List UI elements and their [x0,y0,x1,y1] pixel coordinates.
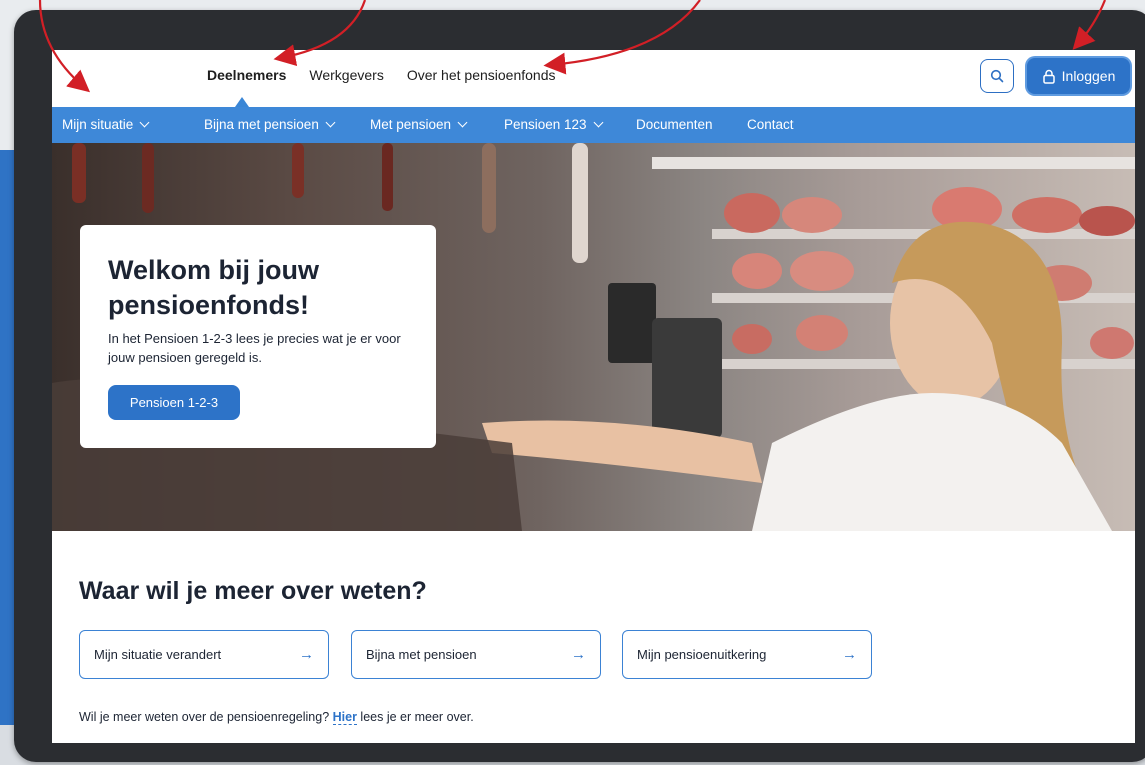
card-label: Mijn pensioenuitkering [637,647,767,662]
laptop-frame: Deelnemers Werkgevers Over het pensioenf… [14,10,1145,762]
card-mijn-pensioenuitkering[interactable]: Mijn pensioenuitkering → [622,630,872,679]
section-title: Waar wil je meer over weten? [79,577,427,605]
menu-label: Met pensioen [370,117,452,132]
menu-item-contact[interactable]: Contact [747,117,794,132]
top-navigation: Deelnemers Werkgevers Over het pensioenf… [52,50,1135,107]
arrow-right-icon: → [299,646,314,663]
chevron-down-icon [593,117,604,128]
hier-link[interactable]: Hier [332,710,357,725]
search-button[interactable] [980,59,1014,93]
chevron-down-icon [139,117,150,128]
hero-title: Welkom bij jouw pensioenfonds! [108,255,320,320]
card-bijna-met-pensioen[interactable]: Bijna met pensioen → [351,630,601,679]
menu-label: Bijna met pensioen [204,117,319,132]
arrow-right-icon: → [842,646,857,663]
lock-icon [1042,69,1055,84]
hero-card: Welkom bij jouw pensioenfonds! In het Pe… [80,225,436,448]
toplink-deelnemers[interactable]: Deelnemers [207,67,286,83]
menu-item-pensioen-123[interactable]: Pensioen 123 [504,117,604,132]
login-label: Inloggen [1061,68,1116,84]
menu-item-mijn-situatie[interactable]: Mijn situatie [62,117,150,132]
chevron-down-icon [457,117,468,128]
menu-label: Pensioen 123 [504,117,587,132]
menu-label: Documenten [636,117,713,132]
audience-links: Deelnemers Werkgevers Over het pensioenf… [207,67,578,83]
hero-text: In het Pensioen 1-2-3 lees je precies wa… [108,331,401,365]
hero-banner: Welkom bij jouw pensioenfonds! In het Pe… [52,143,1135,531]
chevron-down-icon [325,117,336,128]
active-indicator-caret [235,97,249,107]
card-mijn-situatie-verandert[interactable]: Mijn situatie verandert → [79,630,329,679]
card-label: Mijn situatie verandert [94,647,222,662]
pensioen-123-button[interactable]: Pensioen 1-2-3 [108,385,240,420]
search-icon [990,69,1004,83]
toplink-werkgevers[interactable]: Werkgevers [309,67,383,83]
main-menu: Mijn situatie Bijna met pensioen Met pen… [52,107,1135,143]
footnote: Wil je meer weten over de pensioenregeli… [79,710,474,725]
menu-item-met-pensioen[interactable]: Met pensioen [370,117,468,132]
menu-label: Contact [747,117,794,132]
login-button[interactable]: Inloggen [1027,58,1130,94]
toplink-over-het-pensioenfonds[interactable]: Over het pensioenfonds [407,67,556,83]
website-screen: Deelnemers Werkgevers Over het pensioenf… [52,50,1135,743]
menu-label: Mijn situatie [62,117,134,132]
footnote-text-after: lees je er meer over. [356,710,474,724]
card-label: Bijna met pensioen [366,647,477,662]
menu-item-bijna-met-pensioen[interactable]: Bijna met pensioen [204,117,336,132]
arrow-right-icon: → [571,646,586,663]
menu-item-documenten[interactable]: Documenten [636,117,713,132]
footnote-text-before: Wil je meer weten over de pensioenregeli… [79,710,333,724]
